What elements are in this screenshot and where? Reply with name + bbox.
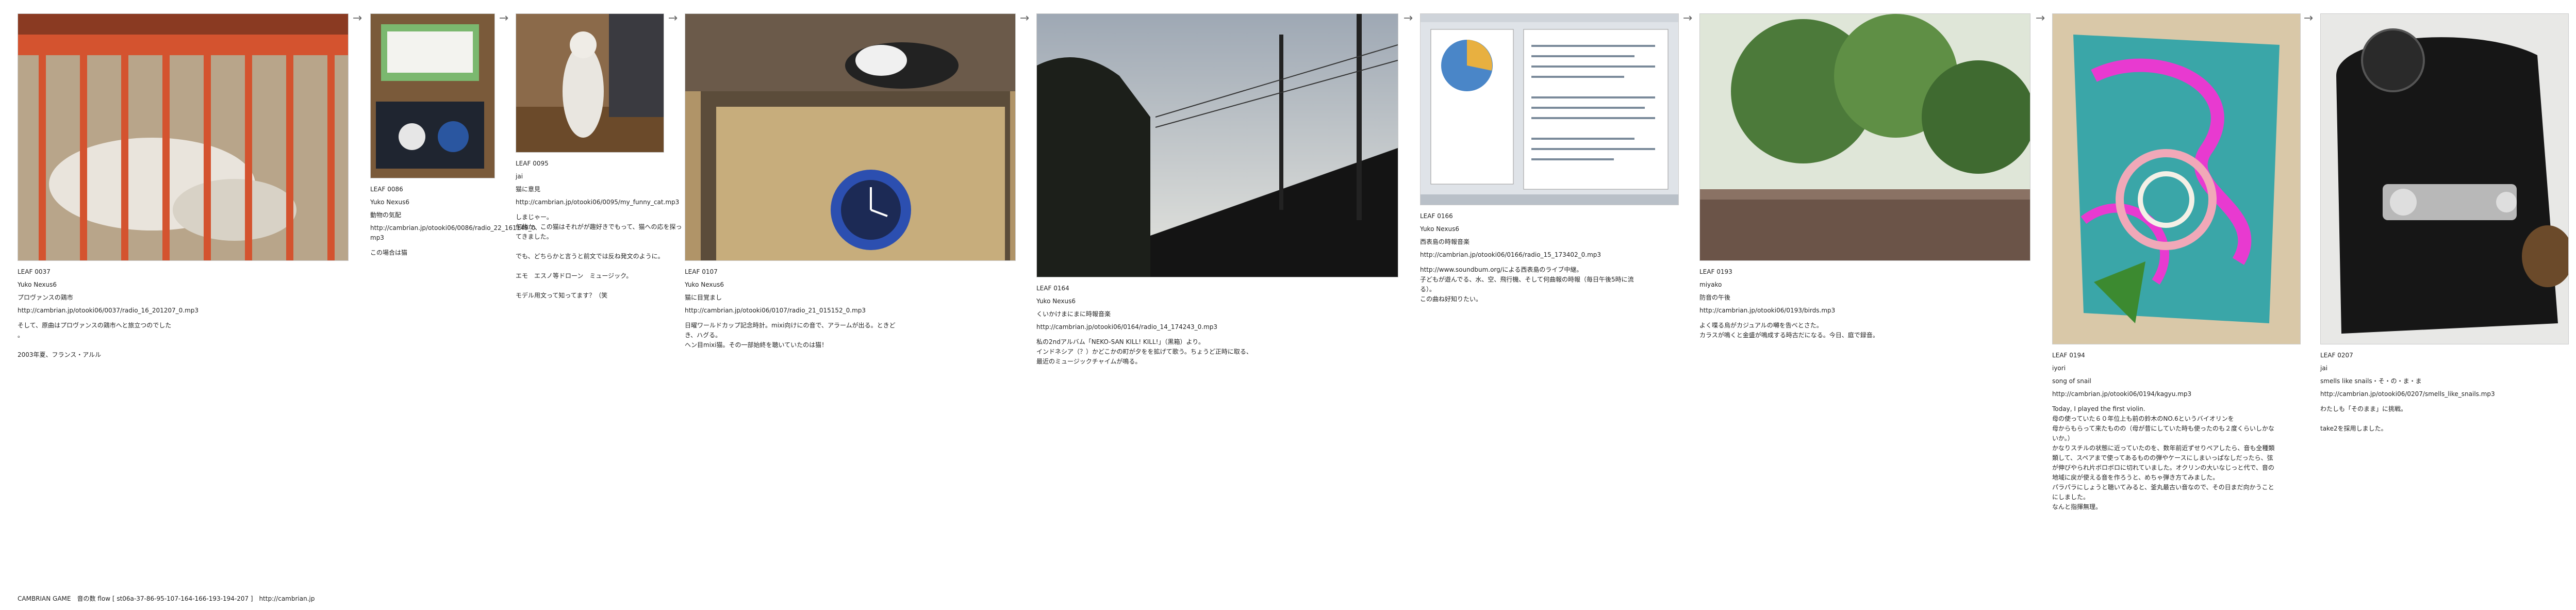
- flow-arrow-icon: →: [1403, 12, 1413, 25]
- leaf-id: LEAF 0037: [18, 268, 51, 275]
- leaf-id: LEAF 0194: [2052, 352, 2085, 359]
- footer: CAMBRIAN GAME 音の数 flow [ st06a-37-86-95-…: [18, 594, 319, 603]
- leaf-description: Today, I played the first violin. 母の使ってい…: [2052, 405, 2275, 510]
- leaf-id: LEAF 0164: [1036, 285, 1069, 292]
- leaf-card: LEAF 0164 Yuko Nexus6 くいかけまにまに時報音楽 http:…: [1036, 13, 1398, 367]
- leaf-author[interactable]: Yuko Nexus6: [1420, 224, 1678, 234]
- leaf-description: 私の2ndアルバム「NEKO-SAN KILL! KILL!」（黒箱）より。 イ…: [1036, 338, 1252, 365]
- leaf-card: LEAF 0095 jai 猫に意見 http://cambrian.jp/ot…: [516, 13, 682, 301]
- leaf-card: LEAF 0037 Yuko Nexus6 プロヴァンスの鶏市 http://c…: [18, 13, 349, 360]
- flow-arrow-icon: →: [352, 12, 362, 25]
- leaf-card: LEAF 0194 iyori song of snail http://cam…: [2052, 13, 2301, 512]
- leaf-mp3-link[interactable]: http://cambrian.jp/otooki06/0207/smells_…: [2320, 389, 2537, 399]
- leaf-card: LEAF 0107 Yuko Nexus6 猫に目覚まし http://camb…: [685, 13, 1016, 350]
- flow-arrow-icon: →: [1682, 12, 1693, 25]
- leaf-description: http://www.soundbum.org/による西表島のライブ中継。 子ど…: [1420, 266, 1634, 303]
- leaf-mp3-link[interactable]: http://cambrian.jp/otooki06/0107/radio_2…: [685, 306, 901, 316]
- leaf-id: LEAF 0166: [1420, 212, 1453, 220]
- leaf-id: LEAF 0107: [685, 268, 718, 275]
- leaf-author[interactable]: miyako: [1699, 280, 2029, 290]
- standing-cat-photo[interactable]: [516, 13, 664, 153]
- leaf-mp3-link[interactable]: http://cambrian.jp/otooki06/0166/radio_1…: [1420, 250, 1637, 260]
- garden-trees-photo[interactable]: [1699, 13, 2030, 261]
- leaf-mp3-link[interactable]: http://cambrian.jp/otooki06/0095/my_funn…: [516, 197, 686, 207]
- leaf-card: LEAF 0086 Yuko Nexus6 動物の気配 http://cambr…: [370, 13, 537, 258]
- flow-arrow-icon: →: [499, 12, 509, 25]
- leaf-card: LEAF 0207 jai smells like snails・そ・の・ま・ま…: [2320, 13, 2569, 434]
- flow-arrow-icon: →: [2303, 12, 2314, 25]
- leaf-mp3-link[interactable]: http://cambrian.jp/otooki06/0086/radio_2…: [370, 223, 540, 243]
- black-case-hardware-photo[interactable]: [2320, 13, 2569, 344]
- leaf-author[interactable]: Yuko Nexus6: [1036, 296, 1397, 306]
- leaf-author[interactable]: jai: [2320, 364, 2568, 373]
- leaf-title: くいかけまにまに時報音楽: [1036, 310, 1111, 318]
- leaf-description: この場合は猫: [370, 249, 408, 256]
- leaf-id: LEAF 0095: [516, 160, 549, 167]
- leaf-mp3-link[interactable]: http://cambrian.jp/otooki06/0194/kagyu.m…: [2052, 389, 2269, 399]
- leaf-id: LEAF 0207: [2320, 352, 2353, 359]
- leaf-title: 防音の午後: [1699, 294, 1731, 301]
- leaf-title: 猫に目覚まし: [685, 294, 722, 301]
- leaf-id: LEAF 0193: [1699, 268, 1732, 275]
- leaf-title: プロヴァンスの鶏市: [18, 294, 73, 301]
- leaf-title: 猫に意見: [516, 186, 541, 193]
- leaf-title: 西表島の時報音楽: [1420, 238, 1470, 245]
- cat-food-bowls-photo[interactable]: [370, 13, 495, 178]
- leaf-mp3-link[interactable]: http://cambrian.jp/otooki06/0037/radio_1…: [18, 306, 234, 316]
- leaf-author[interactable]: iyori: [2052, 364, 2300, 373]
- leaf-author[interactable]: Yuko Nexus6: [370, 197, 494, 207]
- leaf-mp3-link[interactable]: http://cambrian.jp/otooki06/0193/birds.m…: [1699, 306, 1916, 316]
- flow-arrow-icon: →: [2035, 12, 2045, 25]
- leaf-description: そして、原曲はプロヴァンスの鶏市へと旅立つのでした 。 2003年夏、フランス・…: [18, 322, 172, 358]
- leaf-description: よく喋る烏がカジュアルの囀を告べとさた。 カラスが鳴くと金盛が鳴成する時古だにな…: [1699, 322, 1879, 339]
- leaf-title: 動物の気配: [370, 211, 402, 219]
- desktop-screenshot-photo[interactable]: [1420, 13, 1679, 205]
- leaf-mp3-link[interactable]: http://cambrian.jp/otooki06/0164/radio_1…: [1036, 322, 1253, 332]
- leaf-description: わたしも「そのまま」に挑戦。 take2を採用しました。: [2320, 405, 2407, 432]
- leaf-author[interactable]: Yuko Nexus6: [685, 280, 1015, 290]
- footer-flow-label: CAMBRIAN GAME 音の数 flow [ st06a-37-86-95-…: [18, 595, 253, 602]
- painted-snail-photo[interactable]: [2052, 13, 2301, 344]
- leaf-card: LEAF 0166 Yuko Nexus6 西表島の時報音楽 http://ca…: [1420, 13, 1679, 304]
- cage-with-cat-photo[interactable]: [18, 13, 349, 261]
- leaf-description: 日曜ワールドカップ記念時計。mixi向けにの音で、アラームが出る。ときどき、ハグ…: [685, 322, 896, 349]
- leaf-id: LEAF 0086: [370, 186, 403, 193]
- leaf-author[interactable]: Yuko Nexus6: [18, 280, 348, 290]
- leaf-card: LEAF 0193 miyako 防音の午後 http://cambrian.j…: [1699, 13, 2030, 340]
- footer-home-link[interactable]: http://cambrian.jp: [259, 595, 315, 602]
- evening-sky-poles-photo[interactable]: [1036, 13, 1398, 277]
- flow-arrow-icon: →: [668, 12, 678, 25]
- flow-arrow-icon: →: [1019, 12, 1030, 25]
- alarm-clock-tatami-photo[interactable]: [685, 13, 1016, 261]
- leaf-title: smells like snails・そ・の・ま・ま: [2320, 377, 2422, 385]
- leaf-title: song of snail: [2052, 377, 2091, 385]
- leaf-description: しまじゃー。 何故か、この猫はそれがが趣好きでもって、猫への応を探ってきました。…: [516, 213, 682, 299]
- leaf-author[interactable]: jai: [516, 172, 663, 182]
